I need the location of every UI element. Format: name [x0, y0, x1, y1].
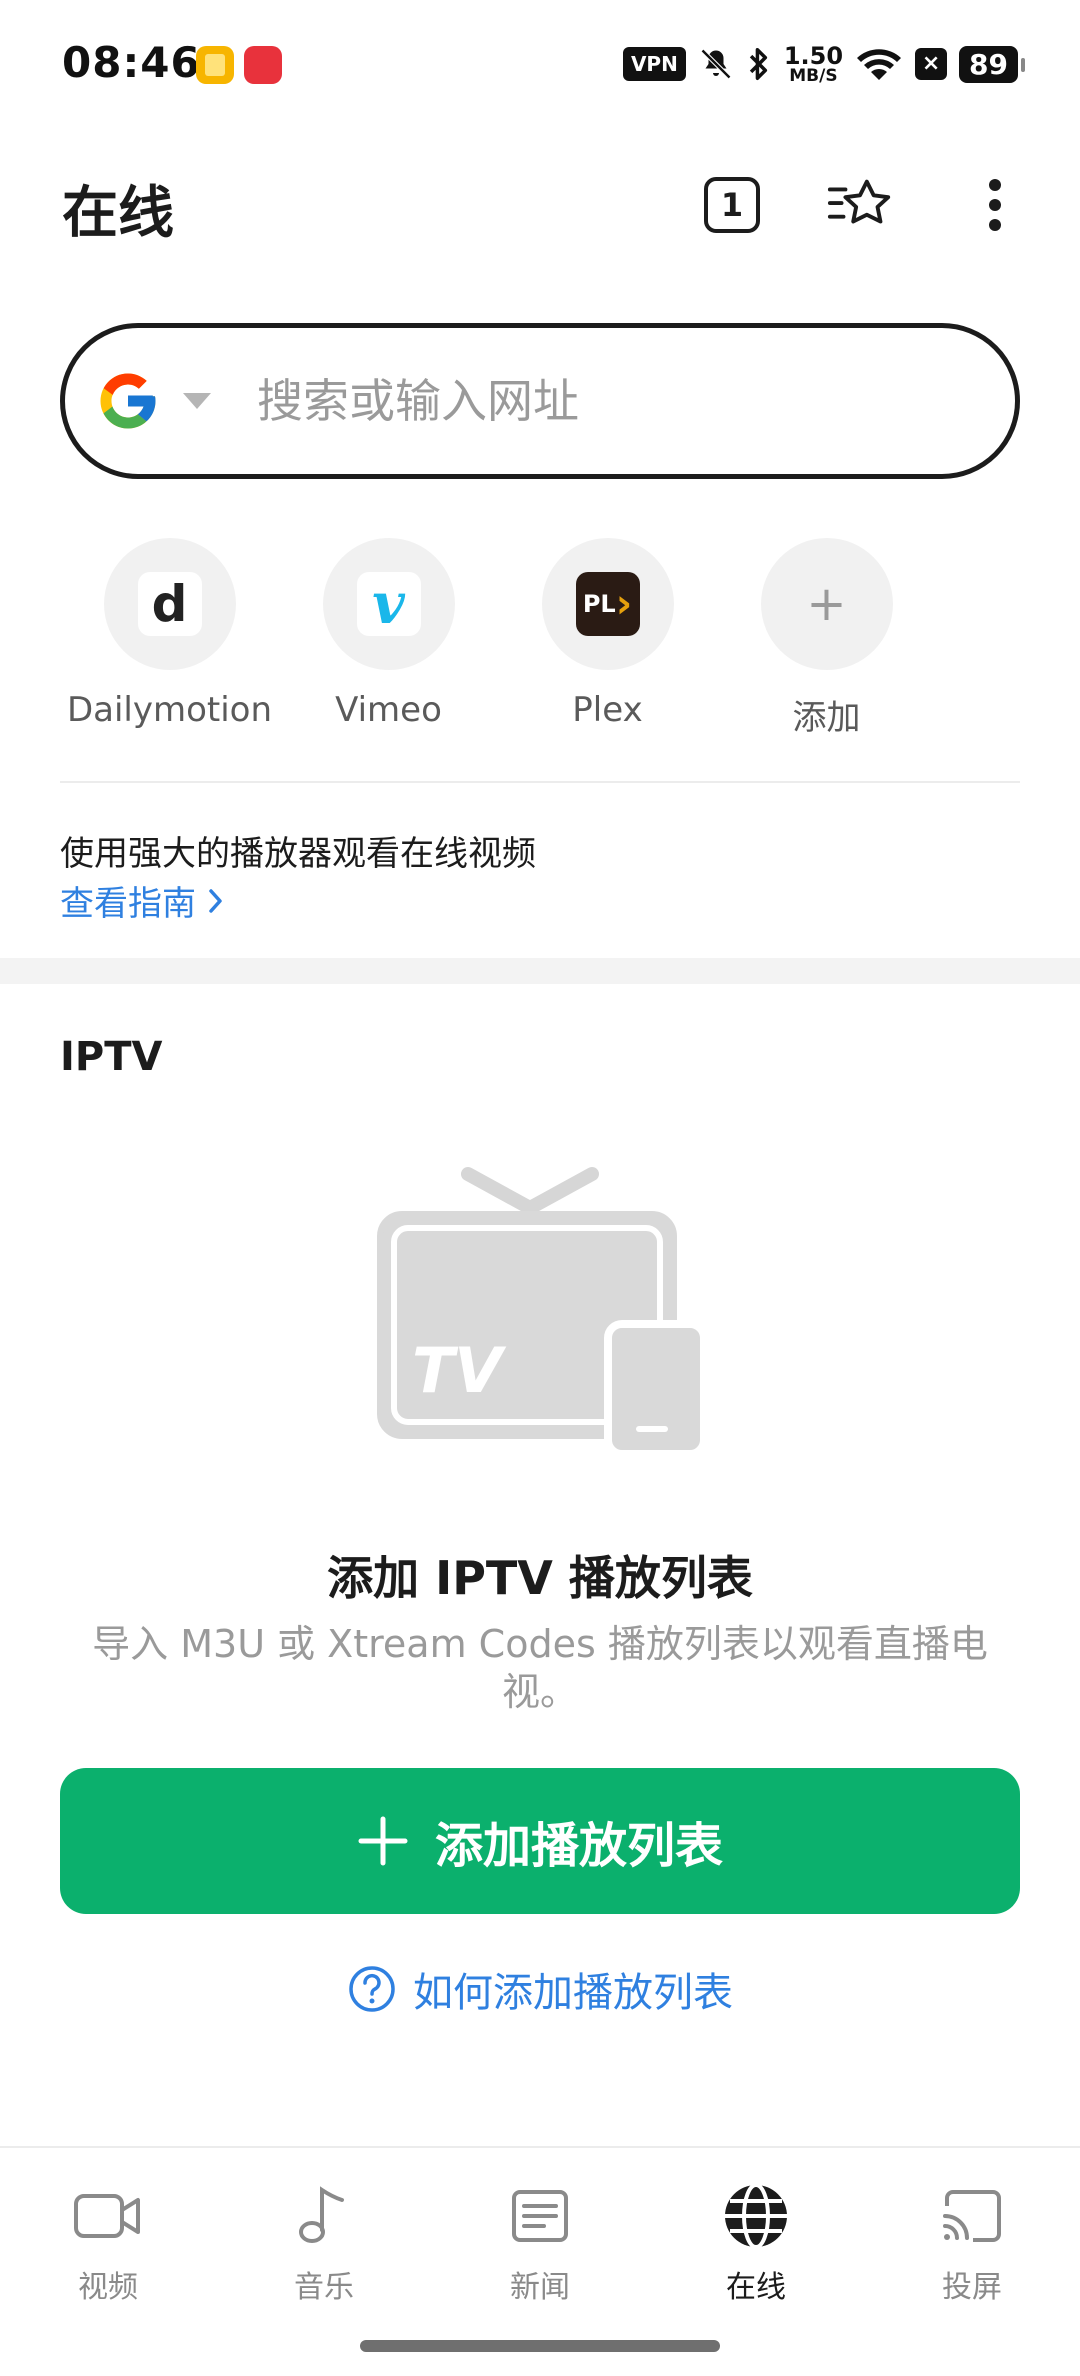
cast-icon [943, 2190, 1001, 2242]
nav-item-video[interactable]: 视频 [0, 2148, 216, 2376]
nav-item-cast[interactable]: 投屏 [864, 2148, 1080, 2376]
nav-label: 音乐 [294, 2270, 354, 2305]
plus-icon: + [806, 576, 847, 632]
promo-text: 使用强大的播放器观看在线视频 [60, 834, 536, 874]
plex-chevron-icon: › [615, 581, 633, 627]
notification-app-icon [244, 46, 282, 84]
bookmarks-button[interactable] [826, 170, 896, 240]
tabs-button[interactable]: 1 [697, 170, 767, 240]
home-indicator[interactable] [360, 2340, 720, 2352]
video-icon [74, 2194, 140, 2238]
nav-label: 新闻 [510, 2270, 570, 2305]
status-indicators: VPN 1.50 MB/S × 89 [622, 40, 1025, 88]
mute-icon [700, 48, 731, 80]
shortcut-icon-circle: + [760, 538, 893, 670]
shortcut-add[interactable]: + 添加 [717, 538, 936, 739]
help-circle-icon [349, 1966, 395, 2012]
search-bar[interactable] [60, 323, 1020, 479]
chevron-right-icon [209, 888, 222, 913]
more-vertical-icon [989, 179, 1001, 231]
vpn-badge: VPN [622, 47, 686, 81]
more-menu-button[interactable] [960, 170, 1030, 240]
engine-dropdown-icon[interactable] [183, 393, 211, 409]
notification-app-icon [196, 46, 234, 84]
empty-state-title: 添加 IPTV 播放列表 [327, 1551, 753, 1605]
news-icon [512, 2190, 568, 2242]
shortcut-plex[interactable]: PL › Plex [498, 538, 717, 739]
bluetooth-icon [749, 48, 767, 80]
add-playlist-label: 添加播放列表 [434, 1818, 723, 1874]
help-link-label: 如何添加播放列表 [413, 1970, 733, 2016]
shortcut-label: Dailymotion [66, 690, 273, 730]
dailymotion-icon: d [137, 572, 202, 636]
shortcut-vimeo[interactable]: v Vimeo [279, 538, 498, 739]
shortcut-icon-circle: v [322, 538, 455, 670]
plex-logo-text: PL [582, 590, 616, 618]
shortcut-list: d Dailymotion v Vimeo PL › Plex + 添加 [60, 538, 1020, 739]
nav-label: 在线 [726, 2270, 786, 2305]
add-playlist-button[interactable]: 添加播放列表 [60, 1768, 1020, 1914]
status-bar: 08:46 VPN 1.50 MB/S × 89 [0, 0, 1080, 130]
divider [60, 781, 1020, 783]
tv-illustration: TV [377, 1167, 708, 1456]
wifi-icon [857, 49, 902, 80]
plus-icon [358, 1816, 408, 1866]
shortcut-label: Vimeo [335, 690, 442, 730]
view-guide-label: 查看指南 [60, 884, 196, 924]
nav-label: 投屏 [942, 2270, 1002, 2305]
tabs-count: 1 [704, 177, 760, 233]
status-time: 08:46 [62, 38, 201, 87]
star-list-icon [827, 179, 891, 224]
shortcut-icon-circle: PL › [541, 538, 674, 670]
view-guide-link[interactable]: 查看指南 [60, 876, 224, 925]
plex-icon: PL › [575, 572, 640, 636]
battery-indicator: 89 [959, 45, 1025, 83]
vimeo-icon: v [356, 571, 421, 637]
how-to-add-playlist-link[interactable]: 如何添加播放列表 [0, 1960, 1080, 2018]
nav-label: 视频 [78, 2270, 138, 2305]
shortcut-label: Plex [572, 690, 643, 730]
empty-state-description: 导入 M3U 或 Xtream Codes 播放列表以观看直播电视。 [92, 1622, 988, 1714]
shortcut-label: 添加 [792, 698, 861, 738]
svg-text:TV: TV [412, 1334, 507, 1407]
music-icon [299, 2186, 344, 2243]
google-icon[interactable] [95, 368, 161, 434]
shortcut-icon-circle: d [103, 538, 236, 670]
section-title-iptv: IPTV [60, 1034, 163, 1080]
net-speed: 1.50 MB/S [783, 41, 844, 86]
page-title: 在线 [62, 181, 174, 246]
app-status-icon: × [915, 48, 948, 80]
shortcut-dailymotion[interactable]: d Dailymotion [60, 538, 279, 739]
globe-icon [725, 2183, 787, 2249]
search-input[interactable] [257, 374, 957, 428]
section-separator [0, 958, 1080, 984]
